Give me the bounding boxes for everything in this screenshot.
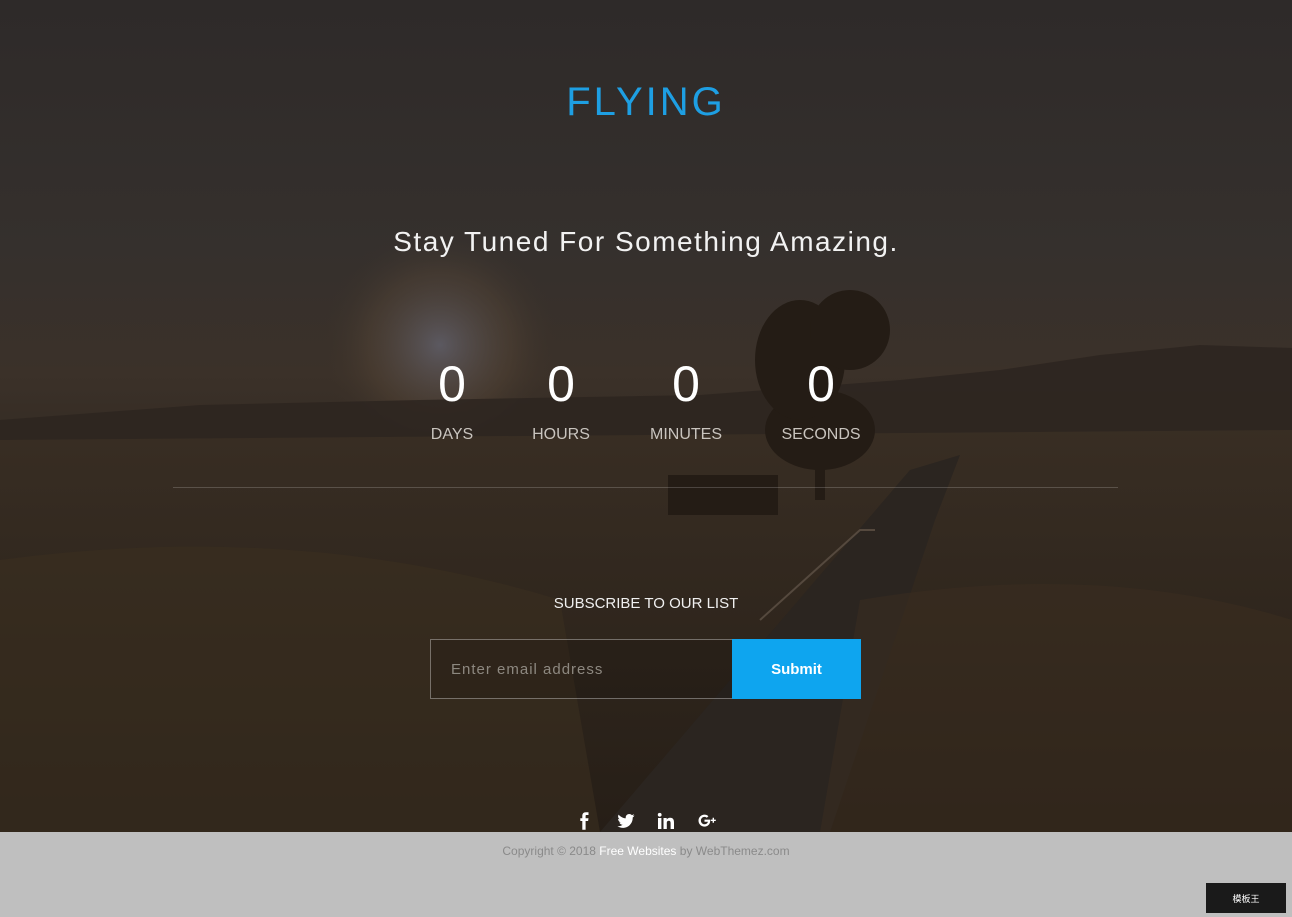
countdown-minutes-label: MINUTES xyxy=(650,426,722,443)
countdown-minutes-value: 0 xyxy=(672,356,700,412)
countdown-seconds-label: SECONDS xyxy=(781,426,861,443)
site-logo[interactable]: FLYING xyxy=(0,80,1292,125)
countdown-seconds: 0 SECONDS xyxy=(751,356,891,444)
hero-section: FLYING Stay Tuned For Something Amazing.… xyxy=(0,0,1292,832)
countdown-minutes: 0 MINUTES xyxy=(616,356,756,444)
copyright-suffix: by WebThemez.com xyxy=(679,844,790,858)
watermark-text: 模板王 xyxy=(1232,893,1260,904)
section-divider xyxy=(173,487,1118,488)
countdown-timer: 0 DAYS 0 HOURS 0 MINUTES 0 SECONDS xyxy=(0,356,1292,456)
social-links xyxy=(0,810,1292,832)
copyright-prefix: Copyright © 2018 xyxy=(502,844,596,858)
facebook-icon[interactable] xyxy=(574,810,596,832)
google-plus-icon[interactable] xyxy=(696,810,718,832)
submit-button[interactable]: Submit xyxy=(732,639,861,699)
linkedin-icon[interactable] xyxy=(655,810,677,832)
countdown-hours: 0 HOURS xyxy=(491,356,631,444)
email-input[interactable] xyxy=(430,639,732,699)
twitter-icon[interactable] xyxy=(615,810,637,832)
free-websites-link[interactable]: Free Websites xyxy=(599,844,676,858)
countdown-hours-label: HOURS xyxy=(532,426,590,443)
subscribe-heading: SUBSCRIBE TO OUR LIST xyxy=(553,595,739,612)
countdown-seconds-value: 0 xyxy=(807,356,835,412)
hero-tagline: Stay Tuned For Something Amazing. xyxy=(393,226,899,257)
watermark-logo: 模板王 xyxy=(1206,883,1286,913)
copyright-text: Copyright © 2018 Free Websites by WebThe… xyxy=(0,844,1292,858)
countdown-hours-value: 0 xyxy=(547,356,575,412)
footer: Copyright © 2018 Free Websites by WebThe… xyxy=(0,832,1292,917)
subscribe-form: Submit xyxy=(430,639,861,699)
